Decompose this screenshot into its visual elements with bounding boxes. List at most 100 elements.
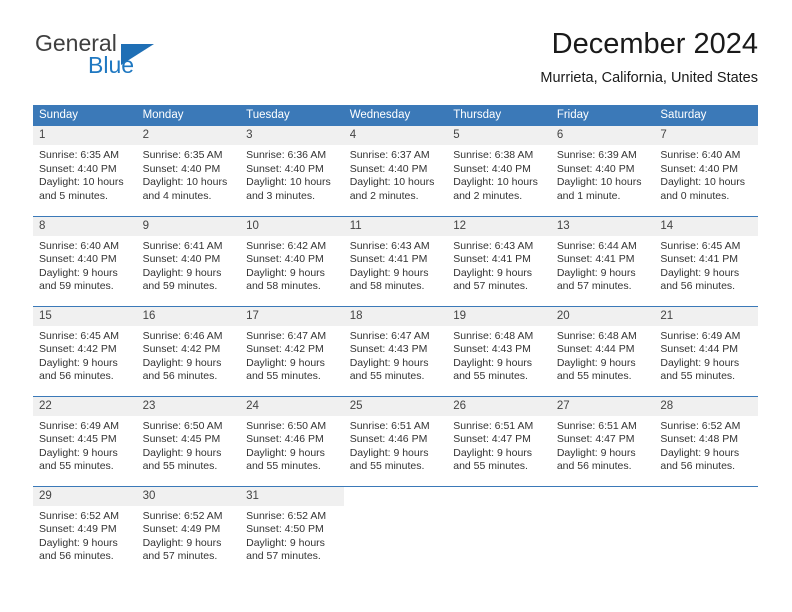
day-cell[interactable]: 17 Sunrise: 6:47 AM Sunset: 4:42 PM Dayligh…: [240, 305, 344, 396]
day-cell[interactable]: 31 Sunrise: 6:52 AM Sunset: 4:50 PM Dayligh…: [240, 485, 344, 576]
day-cell[interactable]: 25 Sunrise: 6:51 AM Sunset: 4:46 PM Dayligh…: [343, 395, 448, 486]
sunset-text: Sunset: 4:47 PM: [556, 433, 635, 446]
day-cell[interactable]: 2 Sunrise: 6:35 AM Sunset: 4:40 PM Daylight…: [136, 126, 241, 216]
week-row: 15 Sunrise: 6:45 AM Sunset: 4:42 PM Dayligh…: [33, 305, 758, 396]
day-cell[interactable]: 13 Sunrise: 6:44 AM Sunset: 4:41 PM Dayligh…: [550, 215, 655, 306]
day-number: 27: [550, 396, 655, 416]
day-cell[interactable]: 3 Sunrise: 6:36 AM Sunset: 4:40 PM Daylight…: [240, 126, 344, 216]
day-cell[interactable]: 27 Sunrise: 6:51 AM Sunset: 4:47 PM Dayligh…: [550, 395, 655, 486]
sunset-text: Sunset: 4:48 PM: [660, 433, 739, 446]
sunset-text: Sunset: 4:49 PM: [142, 523, 221, 536]
sunset-text: Sunset: 4:40 PM: [142, 162, 221, 175]
calendar-body: 1 Sunrise: 6:35 AM Sunset: 4:40 PM Daylight…: [33, 126, 758, 576]
day-cell[interactable]: 5 Sunrise: 6:38 AM Sunset: 4:40 PM Daylight…: [447, 126, 551, 216]
sunset-text: Sunset: 4:40 PM: [142, 253, 221, 266]
sunrise-text: Sunrise: 6:52 AM: [39, 509, 119, 522]
weekday-header-monday: Monday: [136, 105, 241, 126]
day-cell[interactable]: 15 Sunrise: 6:45 AM Sunset: 4:42 PM Dayligh…: [33, 305, 137, 396]
day-cell[interactable]: 26 Sunrise: 6:51 AM Sunset: 4:47 PM Dayligh…: [447, 395, 551, 486]
sunset-text: Sunset: 4:43 PM: [349, 343, 428, 356]
sunset-text: Sunset: 4:46 PM: [349, 433, 428, 446]
week-row: 1 Sunrise: 6:35 AM Sunset: 4:40 PM Daylight…: [33, 126, 758, 216]
sunrise-text: Sunrise: 6:52 AM: [246, 509, 327, 522]
day-cell[interactable]: 20 Sunrise: 6:48 AM Sunset: 4:44 PM Dayligh…: [550, 305, 655, 396]
daylight-text-line1: Daylight: 9 hours: [142, 356, 222, 369]
daylight-text-line1: Daylight: 9 hours: [660, 356, 740, 369]
day-details: Sunrise: 6:52 AM Sunset: 4:49 PM Daylight:…: [33, 506, 137, 564]
daylight-text-line1: Daylight: 9 hours: [349, 266, 429, 279]
day-cell[interactable]: 8 Sunrise: 6:40 AM Sunset: 4:40 PM Daylight…: [33, 215, 137, 306]
daylight-text-line1: Daylight: 9 hours: [556, 266, 636, 279]
weekday-header-thursday: Thursday: [447, 105, 551, 126]
day-cell[interactable]: 11 Sunrise: 6:43 AM Sunset: 4:41 PM Dayligh…: [343, 215, 448, 306]
sunset-text: Sunset: 4:40 PM: [39, 162, 117, 175]
day-details: Sunrise: 6:44 AM Sunset: 4:41 PM Daylight:…: [551, 236, 655, 294]
day-cell[interactable]: 21 Sunrise: 6:49 AM Sunset: 4:44 PM Dayligh…: [654, 305, 758, 396]
sunset-text: Sunset: 4:40 PM: [39, 253, 117, 266]
day-cell[interactable]: 22 Sunrise: 6:49 AM Sunset: 4:45 PM Dayligh…: [33, 395, 137, 486]
day-cell[interactable]: 19 Sunrise: 6:48 AM Sunset: 4:43 PM Dayligh…: [447, 305, 551, 396]
sunrise-text: Sunrise: 6:51 AM: [556, 419, 637, 432]
daylight-text-line1: Daylight: 10 hours: [453, 176, 538, 189]
day-cell[interactable]: 4 Sunrise: 6:37 AM Sunset: 4:40 PM Daylight…: [343, 126, 448, 216]
day-details: Sunrise: 6:47 AM Sunset: 4:43 PM Daylight:…: [344, 326, 448, 384]
week-row: 22 Sunrise: 6:49 AM Sunset: 4:45 PM Dayligh…: [33, 395, 758, 486]
day-cell[interactable]: 6 Sunrise: 6:39 AM Sunset: 4:40 PM Daylight…: [550, 126, 655, 216]
daylight-text-line2: and 3 minutes.: [246, 189, 316, 202]
day-number: 22: [33, 396, 137, 416]
sunrise-text: Sunrise: 6:43 AM: [453, 239, 534, 252]
day-cell[interactable]: 23 Sunrise: 6:50 AM Sunset: 4:45 PM Dayligh…: [136, 395, 241, 486]
day-details: Sunrise: 6:52 AM Sunset: 4:50 PM Daylight:…: [240, 506, 344, 564]
day-cell[interactable]: 9 Sunrise: 6:41 AM Sunset: 4:40 PM Daylight…: [136, 215, 241, 306]
day-cell[interactable]: 16 Sunrise: 6:46 AM Sunset: 4:42 PM Dayligh…: [136, 305, 241, 396]
daylight-text-line1: Daylight: 9 hours: [453, 446, 533, 459]
day-number: [343, 486, 448, 506]
daylight-text-line2: and 57 minutes.: [142, 550, 218, 563]
day-cell[interactable]: 29 Sunrise: 6:52 AM Sunset: 4:49 PM Dayligh…: [33, 485, 137, 576]
weekday-header-friday: Friday: [550, 105, 655, 126]
day-cell[interactable]: 7 Sunrise: 6:40 AM Sunset: 4:40 PM Daylight…: [654, 126, 758, 216]
day-number: 13: [550, 216, 655, 236]
daylight-text-line1: Daylight: 9 hours: [246, 356, 325, 369]
generalblue-logo[interactable]: General Blue: [33, 30, 213, 86]
page-title: December 2024: [551, 28, 758, 60]
day-details: Sunrise: 6:48 AM Sunset: 4:44 PM Daylight:…: [551, 326, 655, 384]
daylight-text-line2: and 57 minutes.: [453, 280, 528, 293]
daylight-text-line1: Daylight: 10 hours: [39, 176, 124, 189]
sunset-text: Sunset: 4:45 PM: [142, 433, 221, 446]
day-details: Sunrise: 6:52 AM Sunset: 4:49 PM Daylight:…: [137, 506, 241, 564]
sunset-text: Sunset: 4:50 PM: [246, 523, 324, 536]
day-cell[interactable]: 10 Sunrise: 6:42 AM Sunset: 4:40 PM Dayligh…: [240, 215, 344, 306]
day-cell[interactable]: 12 Sunrise: 6:43 AM Sunset: 4:41 PM Dayligh…: [447, 215, 551, 306]
day-cell[interactable]: 30 Sunrise: 6:52 AM Sunset: 4:49 PM Dayligh…: [136, 485, 241, 576]
weekday-header-wednesday: Wednesday: [343, 105, 448, 126]
daylight-text-line1: Daylight: 9 hours: [39, 446, 118, 459]
daylight-text-line1: Daylight: 9 hours: [142, 446, 222, 459]
day-cell[interactable]: 18 Sunrise: 6:47 AM Sunset: 4:43 PM Dayligh…: [343, 305, 448, 396]
daylight-text-line2: and 55 minutes.: [349, 460, 425, 473]
daylight-text-line2: and 56 minutes.: [39, 370, 114, 383]
daylight-text-line2: and 55 minutes.: [453, 460, 528, 473]
day-cell[interactable]: 28 Sunrise: 6:52 AM Sunset: 4:48 PM Dayligh…: [654, 395, 758, 486]
day-cell[interactable]: 1 Sunrise: 6:35 AM Sunset: 4:40 PM Daylight…: [33, 126, 137, 216]
daylight-text-line2: and 4 minutes.: [142, 189, 212, 202]
sunset-text: Sunset: 4:41 PM: [660, 253, 739, 266]
day-details: Sunrise: 6:50 AM Sunset: 4:45 PM Daylight:…: [137, 416, 241, 474]
sunrise-text: Sunrise: 6:37 AM: [349, 149, 430, 161]
daylight-text-line2: and 56 minutes.: [660, 280, 736, 293]
sunset-text: Sunset: 4:42 PM: [142, 343, 221, 356]
daylight-text-line2: and 55 minutes.: [39, 460, 114, 473]
day-cell[interactable]: 24 Sunrise: 6:50 AM Sunset: 4:46 PM Dayligh…: [240, 395, 344, 486]
sunset-text: Sunset: 4:40 PM: [660, 162, 739, 175]
day-number: 16: [136, 306, 241, 326]
daylight-text-line2: and 57 minutes.: [246, 550, 321, 563]
day-cell[interactable]: 14 Sunrise: 6:45 AM Sunset: 4:41 PM Dayligh…: [654, 215, 758, 306]
day-details: Sunrise: 6:41 AM Sunset: 4:40 PM Daylight:…: [137, 236, 241, 294]
day-cell-empty: [447, 485, 551, 576]
day-details: Sunrise: 6:35 AM Sunset: 4:40 PM Daylight:…: [137, 145, 241, 203]
calendar-head: Sunday Monday Tuesday Wednesday Thursday…: [33, 105, 758, 126]
daylight-text-line1: Daylight: 9 hours: [39, 536, 118, 549]
sunset-text: Sunset: 4:41 PM: [349, 253, 428, 266]
sunset-text: Sunset: 4:44 PM: [556, 343, 635, 356]
logo-text-blue: Blue: [88, 52, 135, 78]
